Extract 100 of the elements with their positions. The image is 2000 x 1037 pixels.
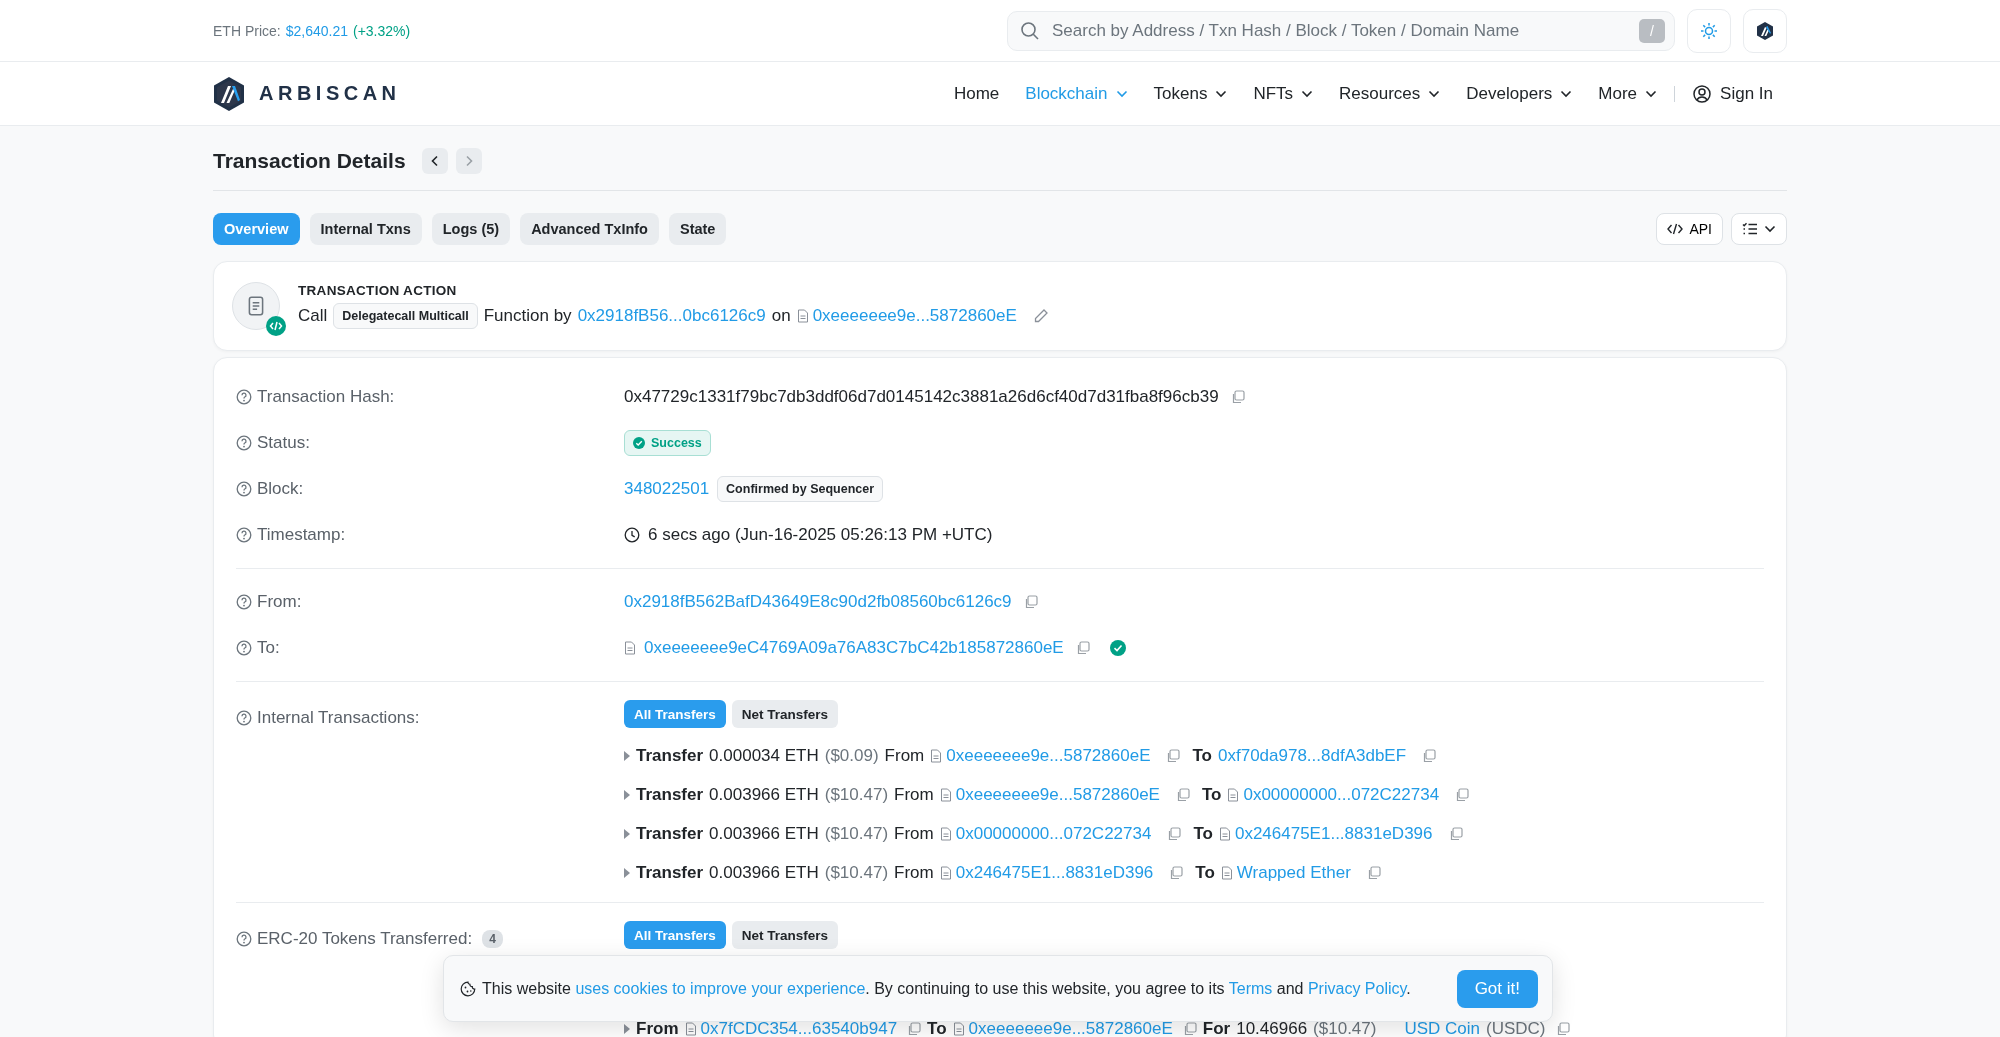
copy-icon[interactable] — [1175, 787, 1190, 802]
for-label: For — [1202, 1018, 1231, 1037]
block-link[interactable]: 348022501 — [624, 479, 710, 499]
copy-icon[interactable] — [1422, 748, 1437, 763]
caret-icon — [1764, 225, 1776, 233]
theme-button[interactable] — [1687, 8, 1731, 53]
expand-icon[interactable] — [624, 828, 630, 839]
copy-icon[interactable] — [1167, 826, 1182, 841]
address-link[interactable]: 0xeeeeeee9e...5872860eE — [946, 745, 1151, 766]
tab[interactable]: Overview — [213, 213, 300, 245]
copy-icon[interactable] — [1023, 595, 1038, 609]
address-link[interactable]: 0xeeeeeee9e...5872860eE — [955, 784, 1160, 805]
field-label: Block: — [257, 479, 304, 499]
tab[interactable]: Internal Txns — [309, 213, 422, 245]
copy-icon[interactable] — [1555, 1021, 1570, 1036]
api-button[interactable]: API — [1656, 213, 1723, 245]
cookie-policy-link[interactable]: uses cookies to improve your experience — [575, 979, 866, 997]
field-label: From: — [257, 592, 302, 612]
sequencer-badge: Confirmed by Sequencer — [717, 476, 884, 502]
clock-icon — [624, 527, 640, 543]
search-icon — [1020, 20, 1040, 41]
copy-icon[interactable] — [1448, 826, 1463, 841]
field-label: ERC-20 Tokens Transferred: — [257, 929, 473, 949]
count-badge: 4 — [482, 930, 503, 948]
copy-icon[interactable] — [1366, 865, 1381, 880]
copy-icon[interactable] — [907, 1021, 922, 1036]
address-link[interactable]: 0xf70da978...8dfA3dbEF — [1218, 745, 1407, 766]
price-change: (+3.32%) — [353, 22, 411, 39]
expand-icon[interactable] — [624, 867, 630, 878]
next-button[interactable] — [455, 148, 482, 174]
contract-icon — [624, 641, 636, 655]
transaction-hash: 0x47729c1331f79bc7db3ddf06d7d0145142c3881a26d6cf40d7d31fba8f96cb39 — [624, 387, 1219, 407]
address-link[interactable]: 0xeeeeeee9e...5872860eE — [812, 306, 1017, 326]
copy-icon[interactable] — [1230, 390, 1245, 404]
transfer-value: ($0.09) — [824, 745, 879, 766]
user-icon — [1692, 83, 1713, 104]
pencil-icon[interactable] — [1032, 308, 1049, 324]
options-button[interactable] — [1731, 213, 1787, 245]
filter-button[interactable]: Net Transfers — [731, 921, 839, 949]
expand-icon[interactable] — [624, 1023, 630, 1034]
token-link[interactable]: USD Coin — [1404, 1018, 1481, 1037]
sign-in-link[interactable]: Sign In — [1679, 83, 1787, 104]
privacy-policy-link[interactable]: Privacy Policy — [1307, 979, 1407, 997]
transfer-value: ($10.47) — [824, 862, 889, 883]
address-link[interactable]: 0x2918fB56...0bc6126c9 — [577, 306, 766, 326]
action-verb: Call — [298, 306, 328, 326]
from-label: From — [636, 1018, 679, 1037]
page-title: Transaction Details — [213, 149, 406, 173]
tab[interactable]: State — [668, 213, 727, 245]
field-label: To: — [257, 638, 280, 658]
address-link[interactable]: 0xeeeeeee9eC4769A09a76A83C7bC42b185872860eE — [644, 638, 1064, 658]
nav-link[interactable]: Resources — [1326, 83, 1454, 104]
from-label: From — [894, 823, 934, 844]
address-link[interactable]: 0x246475E1...8831eD396 — [955, 862, 1154, 883]
copy-icon[interactable] — [1166, 748, 1181, 763]
copy-icon[interactable] — [1182, 1021, 1197, 1036]
nav-link[interactable]: Developers — [1453, 83, 1586, 104]
transfer-amount: 0.003966 ETH — [709, 823, 819, 844]
filter-button[interactable]: All Transfers — [624, 700, 726, 728]
field-label: Timestamp: — [257, 525, 346, 545]
nav-link[interactable]: Home — [940, 83, 1013, 104]
filter-button[interactable]: All Transfers — [624, 921, 726, 949]
transfer-value: ($10.47) — [824, 823, 889, 844]
copy-icon[interactable] — [1169, 865, 1184, 880]
to-label: To — [1201, 784, 1222, 805]
network-button[interactable] — [1743, 8, 1787, 53]
contract-icon — [952, 1021, 965, 1036]
address-link[interactable]: 0xeeeeeee9e...5872860eE — [968, 1018, 1173, 1037]
address-link[interactable]: Wrapped Ether — [1236, 862, 1351, 883]
previous-button[interactable] — [421, 148, 448, 174]
address-link[interactable]: 0x2918fB562BafD43649E8c90d2fb08560bc6126c9 — [624, 592, 1012, 612]
filter-button[interactable]: Net Transfers — [731, 700, 839, 728]
copy-icon[interactable] — [1075, 641, 1090, 655]
address-link[interactable]: 0x7fCDC354...63540b947 — [700, 1018, 898, 1037]
field-label: Status: — [257, 433, 310, 453]
expand-icon[interactable] — [624, 789, 630, 800]
address-link[interactable]: 0x00000000...072C22734 — [955, 823, 1152, 844]
contract-icon — [684, 1021, 697, 1036]
nav-link[interactable]: NFTs — [1240, 83, 1327, 104]
expand-icon[interactable] — [624, 750, 630, 761]
price-label: ETH Price: — [213, 22, 281, 39]
logo-icon[interactable] — [213, 75, 245, 112]
from-label: From — [894, 862, 934, 883]
terms-link[interactable]: Terms — [1228, 979, 1273, 997]
address-link[interactable]: 0x246475E1...8831eD396 — [1234, 823, 1433, 844]
tab[interactable]: Logs (5) — [431, 213, 511, 245]
nav-link[interactable]: Blockchain — [1012, 83, 1141, 104]
accept-button[interactable]: Got it! — [1456, 969, 1538, 1008]
cookie-icon — [460, 980, 476, 997]
transfer-amount: 0.003966 ETH — [709, 862, 819, 883]
help-icon — [236, 710, 252, 726]
document-icon — [232, 282, 280, 330]
tab[interactable]: Advanced TxInfo — [520, 213, 659, 245]
price-value[interactable]: $2,640.21 — [285, 22, 348, 39]
logo-text[interactable]: ARBISCAN — [259, 82, 401, 105]
copy-icon[interactable] — [1455, 787, 1470, 802]
nav-link[interactable]: Tokens — [1140, 83, 1241, 104]
nav-link[interactable]: More — [1585, 83, 1671, 104]
address-link[interactable]: 0x00000000...072C22734 — [1243, 784, 1440, 805]
help-icon — [236, 389, 252, 405]
